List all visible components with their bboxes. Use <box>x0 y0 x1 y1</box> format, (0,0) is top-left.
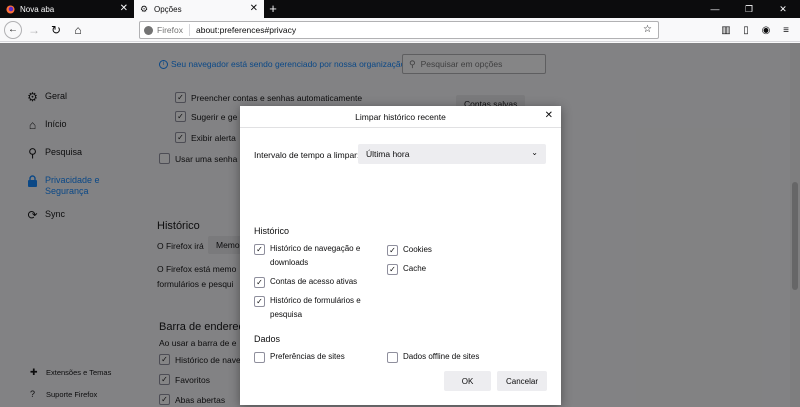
clear-history-dialog: Limpar histórico recente ✕ Intervalo de … <box>240 106 561 405</box>
option-label: Histórico de navegação e downloads <box>270 244 361 267</box>
data-heading: Dados <box>254 334 281 344</box>
offline-data-option[interactable]: Dados offline de sites <box>387 350 527 364</box>
navigation-toolbar: ← → ↻ ⌂ Firefox about:preferences#privac… <box>0 18 800 42</box>
forward-button[interactable]: → <box>24 20 44 40</box>
reload-button[interactable]: ↻ <box>46 20 66 40</box>
menu-icon[interactable]: ≡ <box>778 21 794 39</box>
home-button[interactable]: ⌂ <box>68 20 88 40</box>
checkbox[interactable]: ✓ <box>254 296 265 307</box>
firefox-icon <box>144 25 153 35</box>
tab-strip: Nova aba ✕ ⚙ Opções ✕ + — ❐ ✕ <box>0 0 800 18</box>
history-heading: Histórico <box>254 226 290 236</box>
checkbox[interactable]: ✓ <box>254 244 265 255</box>
tab-title: Opções <box>154 4 182 14</box>
url-bar[interactable]: Firefox about:preferences#privacy ☆ <box>139 21 659 39</box>
toolbar-right: ▥ ▯ ◉ ≡ <box>718 21 794 39</box>
option-label: Cache <box>403 264 427 273</box>
checkbox[interactable]: ✓ <box>387 245 398 256</box>
option-label: Preferências de sites <box>270 352 345 361</box>
time-range-value: Última hora <box>366 149 410 159</box>
time-range-label: Intervalo de tempo a limpar: <box>254 150 360 160</box>
form-history-option[interactable]: ✓ Histórico de formulários e pesquisa <box>254 294 374 322</box>
identity-box[interactable]: Firefox <box>144 24 190 36</box>
new-tab-button[interactable]: + <box>264 0 282 18</box>
checkbox[interactable] <box>387 352 398 363</box>
cache-option[interactable]: ✓ Cache <box>387 262 497 276</box>
back-button[interactable]: ← <box>4 20 22 39</box>
option-label: Histórico de formulários e pesquisa <box>270 296 361 319</box>
cancel-button[interactable]: Cancelar <box>497 371 547 391</box>
browsing-history-option[interactable]: ✓ Histórico de navegação e downloads <box>254 242 374 270</box>
library-icon[interactable]: ▥ <box>718 21 734 39</box>
option-label: Contas de acesso ativas <box>270 277 358 286</box>
dialog-title: Limpar histórico recente <box>240 106 561 128</box>
site-preferences-option[interactable]: Preferências de sites <box>254 350 384 364</box>
option-label: Dados offline de sites <box>403 352 480 361</box>
minimize-icon[interactable]: — <box>698 0 732 18</box>
bookmark-star-icon[interactable]: ☆ <box>643 24 652 35</box>
restore-icon[interactable]: ❐ <box>732 0 766 18</box>
preferences-page: i Seu navegador está sendo gerenciado po… <box>0 43 800 407</box>
close-icon[interactable]: ✕ <box>545 110 553 121</box>
window-controls: — ❐ ✕ <box>698 0 800 18</box>
checkbox[interactable]: ✓ <box>387 264 398 275</box>
ok-button[interactable]: OK <box>444 371 491 391</box>
close-tab-icon[interactable]: ✕ <box>120 3 128 15</box>
sidebar-icon[interactable]: ▯ <box>738 21 754 39</box>
url-text[interactable]: about:preferences#privacy <box>196 25 296 35</box>
tab-options[interactable]: ⚙ Opções ✕ <box>134 0 264 18</box>
checkbox[interactable]: ✓ <box>254 277 265 288</box>
chevron-down-icon: ⌄ <box>531 148 538 157</box>
firefox-icon <box>6 4 15 14</box>
close-tab-icon[interactable]: ✕ <box>250 3 258 15</box>
tab-title: Nova aba <box>20 4 55 14</box>
account-icon[interactable]: ◉ <box>758 21 774 39</box>
gear-icon: ⚙ <box>140 3 149 14</box>
option-label: Cookies <box>403 245 432 254</box>
active-logins-option[interactable]: ✓ Contas de acesso ativas <box>254 275 384 289</box>
cookies-option[interactable]: ✓ Cookies <box>387 243 497 257</box>
tab-new-tab[interactable]: Nova aba ✕ <box>0 0 134 18</box>
close-window-icon[interactable]: ✕ <box>766 0 800 18</box>
identity-label: Firefox <box>157 25 183 35</box>
time-range-select[interactable]: Última hora ⌄ <box>358 144 546 164</box>
checkbox[interactable] <box>254 352 265 363</box>
